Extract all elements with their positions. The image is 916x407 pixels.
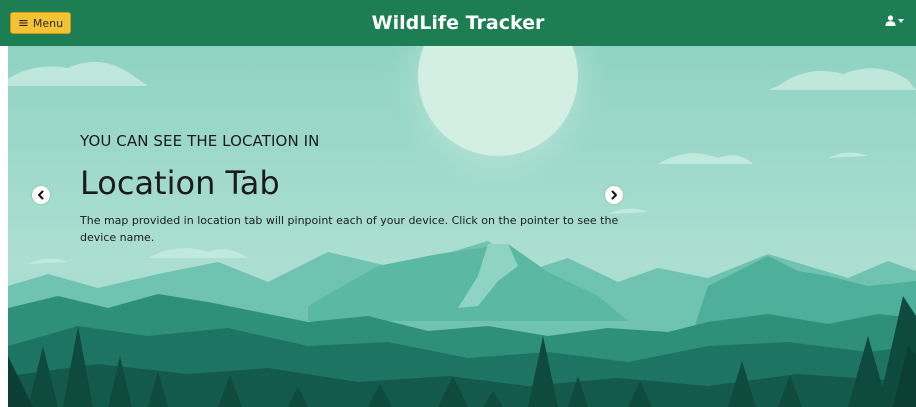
carousel-next-button[interactable]: [605, 186, 623, 204]
app-root: ≡ Menu WildLife Tracker YOU CAN SEE THE …: [0, 0, 916, 407]
hero-carousel: YOU CAN SEE THE LOCATION IN Location Tab…: [8, 46, 916, 407]
menu-button-label: Menu: [32, 16, 64, 30]
hamburger-icon: ≡: [18, 15, 29, 31]
carousel-prev-button[interactable]: [32, 186, 50, 204]
app-title: WildLife Tracker: [371, 12, 545, 34]
top-navbar: ≡ Menu WildLife Tracker: [0, 0, 916, 46]
caret-down-icon: [898, 18, 904, 23]
chevron-right-icon: [611, 190, 617, 200]
caption-title: Location Tab: [80, 164, 280, 202]
caption-kicker: YOU CAN SEE THE LOCATION IN: [80, 132, 320, 150]
menu-button[interactable]: ≡ Menu: [10, 12, 72, 34]
caption-description: The map provided in location tab will pi…: [80, 214, 619, 244]
user-icon: [885, 15, 896, 26]
user-menu-toggle[interactable]: [885, 15, 904, 26]
chevron-left-icon: [38, 190, 44, 200]
